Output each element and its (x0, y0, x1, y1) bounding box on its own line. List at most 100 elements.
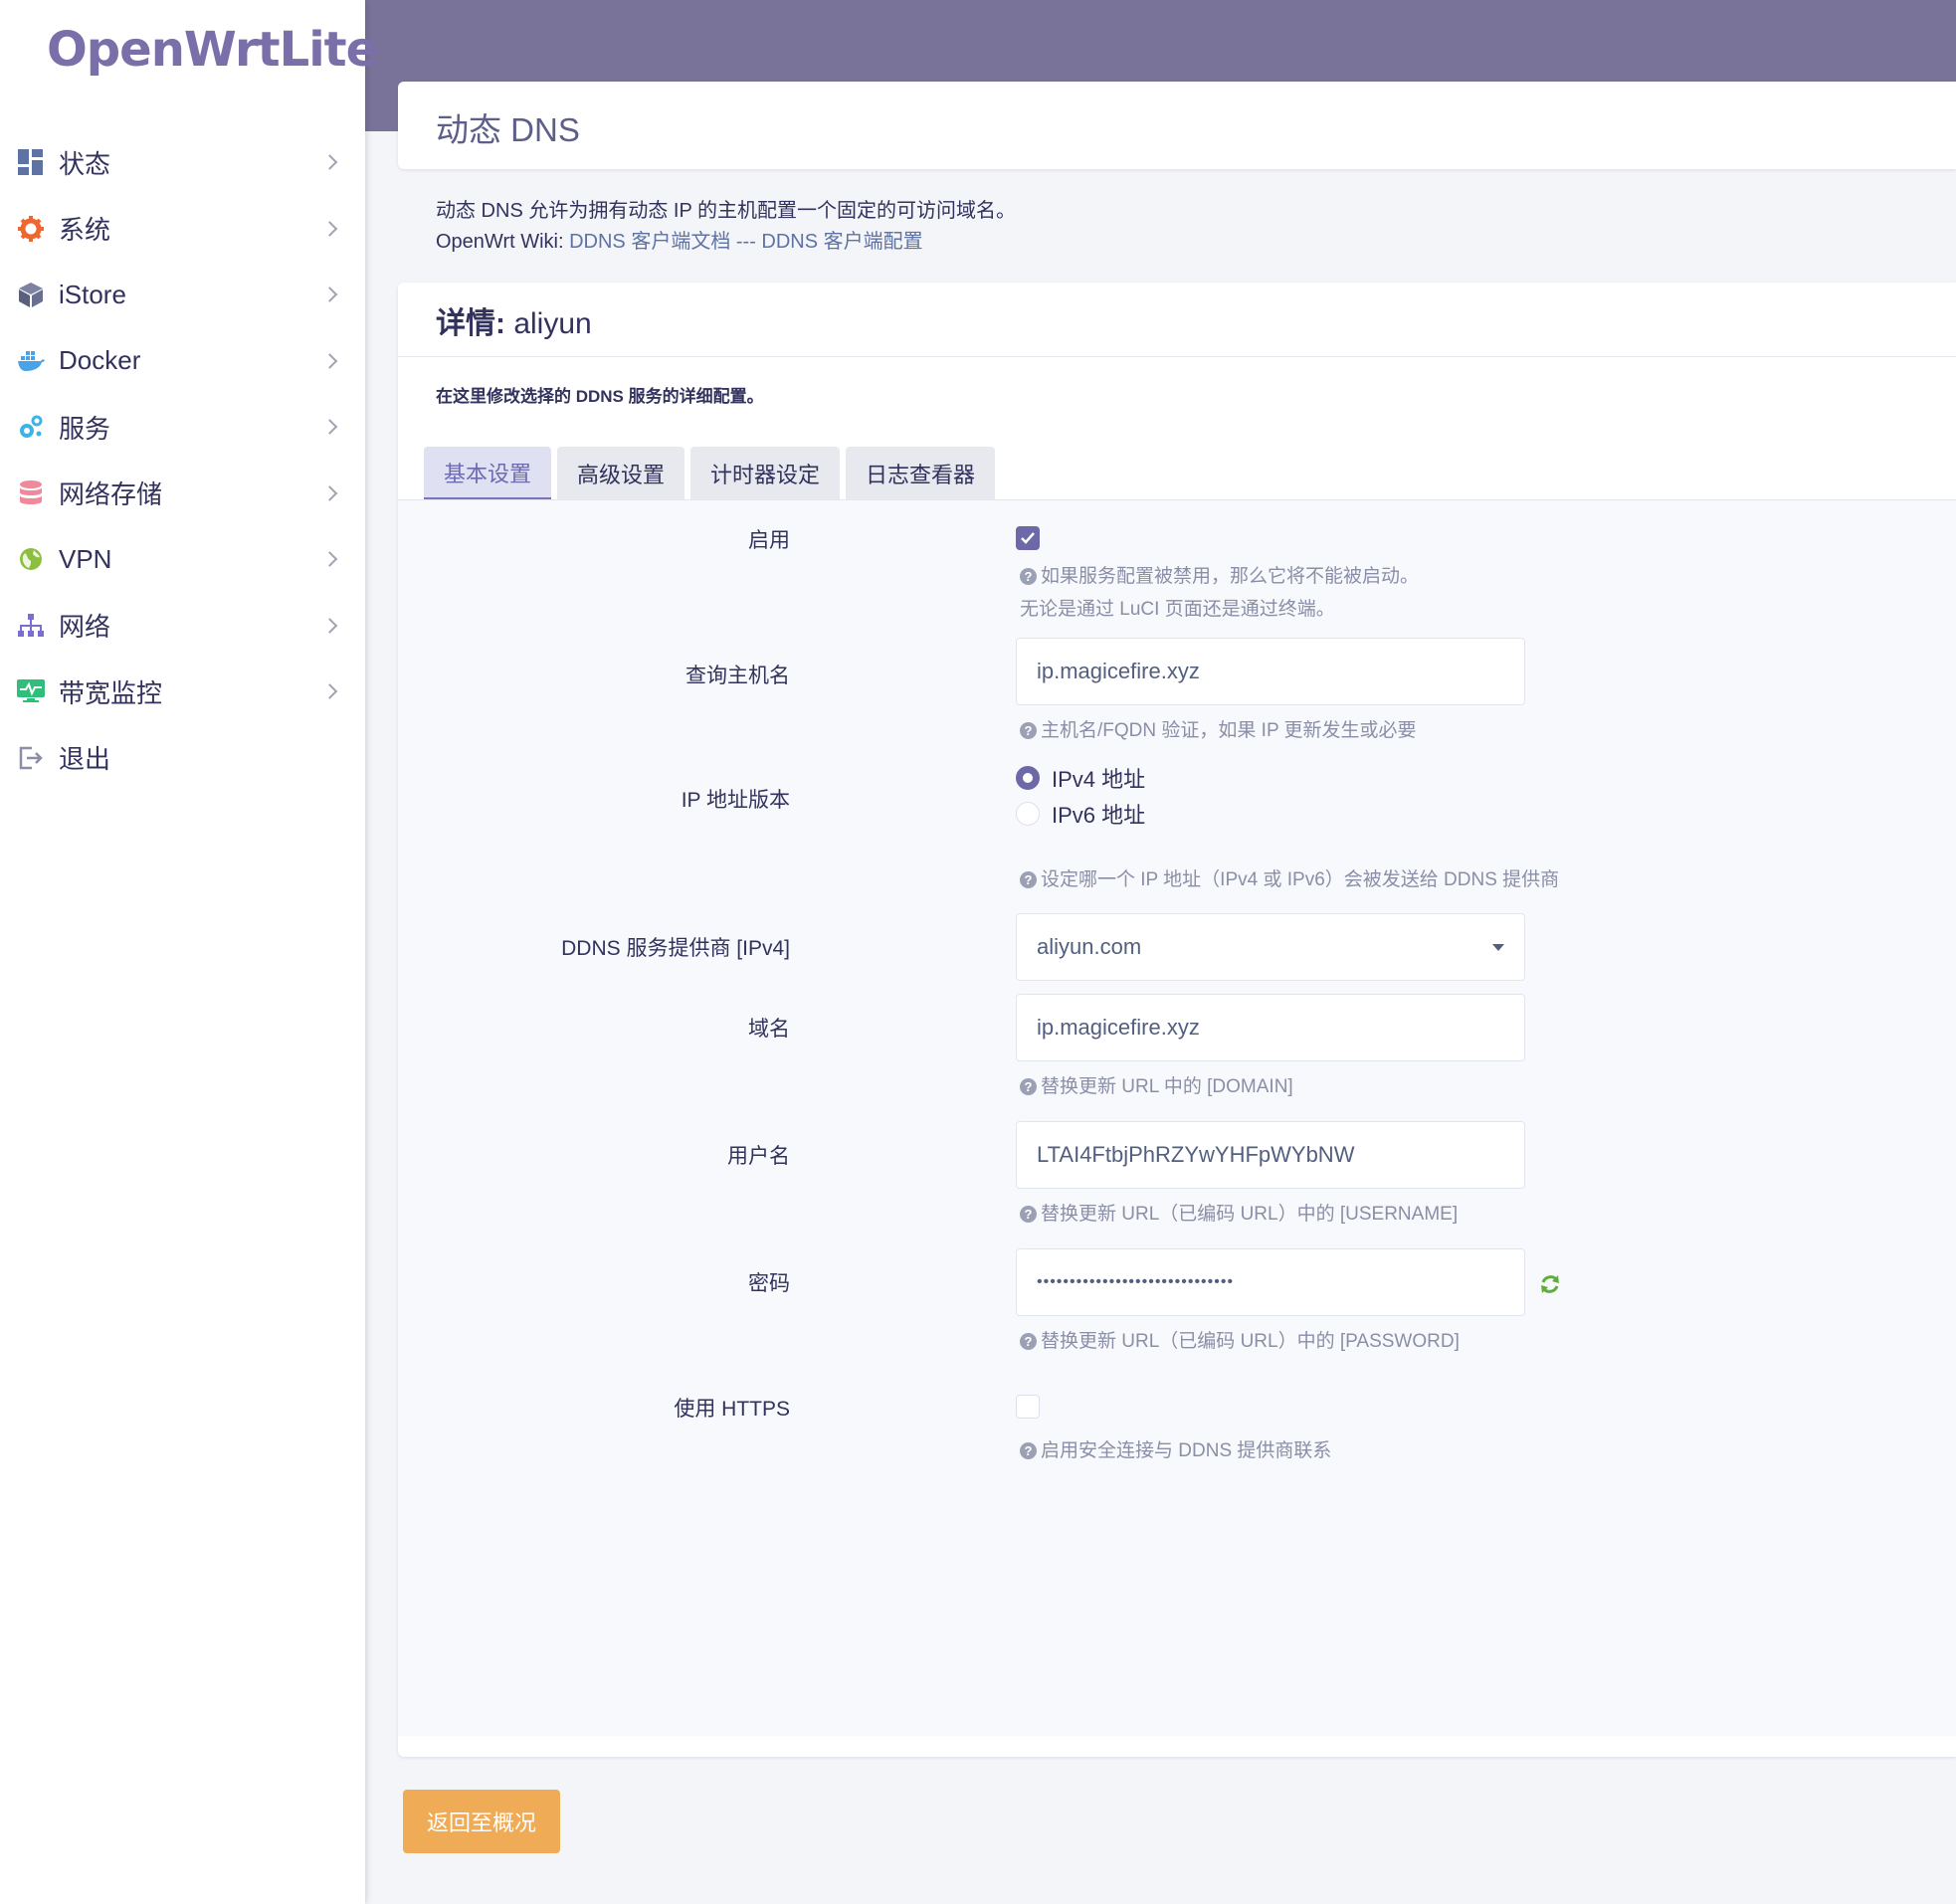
sidebar: OpenWrtLite 状态 系统 iStore Docker 服务 网络存储 … (0, 0, 378, 1904)
help-icon: ? (1020, 1078, 1037, 1095)
database-icon (16, 478, 46, 508)
lookup-host-help: ? 主机名/FQDN 验证，如果 IP 更新发生或必要 (1020, 714, 1417, 747)
password-label: 密码 (748, 1272, 790, 1295)
wiki-links: OpenWrt Wiki: DDNS 客户端文档 --- DDNS 客户端配置 (436, 227, 1016, 258)
sidebar-item-label: 网络存储 (59, 479, 163, 510)
tab-log-viewer[interactable]: 日志查看器 (846, 447, 996, 500)
help-icon: ? (1020, 871, 1037, 888)
sitemap-icon (16, 611, 46, 641)
https-help-text: 启用安全连接与 DDNS 提供商联系 (1041, 1440, 1332, 1461)
sidebar-item-network-storage[interactable]: 网络存储 (0, 461, 365, 527)
help-icon: ? (1020, 1442, 1037, 1459)
chevron-right-icon (321, 484, 338, 501)
sidebar-item-label: iStore (59, 279, 126, 309)
caret-down-icon (1492, 944, 1504, 951)
sidebar-item-label: 状态 (59, 148, 111, 179)
sidebar-item-system[interactable]: 系统 (0, 196, 365, 263)
globe-icon (16, 544, 46, 574)
username-help: ? 替换更新 URL（已编码 URL）中的 [USERNAME] (1020, 1198, 1458, 1231)
ip-version-help-text: 设定哪一个 IP 地址（IPv4 或 IPv6）会被发送给 DDNS 提供商 (1041, 869, 1560, 890)
intro-text: 动态 DNS 允许为拥有动态 IP 的主机配置一个固定的可访问域名。 (436, 200, 1016, 222)
logout-icon (16, 743, 46, 773)
domain-input[interactable]: ip.magicefire.xyz (1016, 994, 1525, 1061)
username-input[interactable]: LTAI4FtbjPhRZYwYHFpWYbNW (1016, 1121, 1525, 1189)
ipv4-label: IPv4 地址 (1052, 767, 1146, 792)
sidebar-item-label: 带宽监控 (59, 677, 163, 708)
sidebar-item-docker[interactable]: Docker (0, 328, 365, 395)
basic-settings-form: 启用 ? 如果服务配置被禁用，那么它将不能被启动。 无论是通过 LuCI 页面还是… (398, 500, 1956, 1736)
sidebar-item-label: 系统 (59, 215, 111, 246)
ddns-docs-link[interactable]: DDNS 客户端文档 (569, 231, 730, 253)
reveal-password-icon[interactable] (1539, 1273, 1561, 1295)
provider-label: DDNS 服务提供商 [IPv4] (561, 937, 790, 960)
chevron-right-icon (321, 683, 338, 700)
detail-description: 在这里修改选择的 DDNS 服务的详细配置。 (436, 387, 764, 406)
sidebar-item-bandwidth[interactable]: 带宽监控 (0, 659, 365, 725)
sidebar-item-vpn[interactable]: VPN (0, 526, 365, 593)
app-logo[interactable]: OpenWrtLite (47, 22, 378, 78)
back-to-overview-button[interactable]: 返回至概况 (403, 1790, 560, 1853)
detail-title: 详情: aliyun (436, 298, 592, 342)
help-icon: ? (1020, 722, 1037, 739)
help-icon: ? (1020, 568, 1037, 585)
password-input[interactable]: •••••••••••••••••••••••••••••• (1016, 1248, 1525, 1316)
https-help: ? 启用安全连接与 DDNS 提供商联系 (1020, 1434, 1331, 1467)
main-content: 动态 DNS 动态 DNS 允许为拥有动态 IP 的主机配置一个固定的可访问域名… (398, 0, 1956, 1904)
chevron-right-icon (321, 220, 338, 237)
page-intro: 动态 DNS 允许为拥有动态 IP 的主机配置一个固定的可访问域名。 OpenW… (436, 196, 1016, 258)
ipv6-radio-option[interactable]: IPv6 地址 (1016, 798, 1145, 830)
enable-help-line2: 无论是通过 LuCI 页面还是通过终端。 (1020, 599, 1335, 620)
sidebar-item-istore[interactable]: iStore (0, 262, 365, 328)
ipv6-label: IPv6 地址 (1052, 803, 1146, 828)
tab-basic-settings[interactable]: 基本设置 (424, 447, 552, 500)
cogs-icon (16, 412, 46, 442)
page-title: 动态 DNS (436, 111, 580, 148)
tab-advanced-settings[interactable]: 高级设置 (557, 447, 685, 500)
domain-help: ? 替换更新 URL 中的 [DOMAIN] (1020, 1070, 1293, 1103)
detail-title-label: 详情: (436, 307, 505, 340)
box-icon (16, 280, 46, 309)
chevron-right-icon (321, 617, 338, 634)
enable-help: ? 如果服务配置被禁用，那么它将不能被启动。 无论是通过 LuCI 页面还是通过终… (1020, 560, 1419, 626)
password-help: ? 替换更新 URL（已编码 URL）中的 [PASSWORD] (1020, 1325, 1460, 1358)
ddns-config-link[interactable]: DDNS 客户端配置 (761, 231, 922, 253)
https-checkbox[interactable] (1016, 1395, 1040, 1419)
domain-help-text: 替换更新 URL 中的 [DOMAIN] (1041, 1076, 1293, 1097)
sidebar-item-label: VPN (59, 543, 112, 574)
password-help-text: 替换更新 URL（已编码 URL）中的 [PASSWORD] (1041, 1331, 1460, 1352)
enable-label: 启用 (748, 529, 790, 552)
ipv4-radio[interactable] (1016, 766, 1040, 790)
provider-select[interactable]: aliyun.com (1016, 913, 1525, 981)
sidebar-item-logout[interactable]: 退出 (0, 725, 365, 792)
link-separator: --- (730, 231, 762, 253)
sidebar-item-services[interactable]: 服务 (0, 394, 365, 461)
chevron-right-icon (321, 154, 338, 171)
help-icon: ? (1020, 1333, 1037, 1350)
gear-icon (16, 214, 46, 244)
enable-checkbox[interactable] (1016, 526, 1040, 550)
ipv4-radio-option[interactable]: IPv4 地址 (1016, 762, 1145, 794)
domain-label: 域名 (748, 1018, 790, 1041)
sidebar-item-status[interactable]: 状态 (0, 129, 365, 196)
sidebar-item-network[interactable]: 网络 (0, 593, 365, 660)
lookup-host-help-text: 主机名/FQDN 验证，如果 IP 更新发生或必要 (1041, 720, 1417, 741)
tab-bar: 基本设置 高级设置 计时器设定 日志查看器 (424, 447, 996, 500)
provider-selected-value: aliyun.com (1037, 934, 1142, 959)
chevron-right-icon (321, 551, 338, 568)
check-icon (1021, 532, 1035, 544)
chevron-right-icon (321, 352, 338, 369)
ipv6-radio[interactable] (1016, 802, 1040, 826)
detail-service-name: aliyun (505, 307, 592, 340)
ip-version-label: IP 地址版本 (681, 789, 790, 812)
chevron-right-icon (321, 419, 338, 436)
lookup-host-label: 查询主机名 (685, 665, 790, 687)
lookup-host-input[interactable]: ip.magicefire.xyz (1016, 638, 1525, 705)
help-icon: ? (1020, 1206, 1037, 1223)
chevron-right-icon (321, 286, 338, 303)
sidebar-item-label: 退出 (59, 744, 111, 775)
wiki-prefix: OpenWrt Wiki: (436, 231, 570, 253)
tab-timer-settings[interactable]: 计时器设定 (690, 447, 841, 500)
sidebar-item-label: 网络 (59, 612, 111, 643)
monitor-icon (16, 676, 46, 706)
https-label: 使用 HTTPS (674, 1398, 790, 1421)
